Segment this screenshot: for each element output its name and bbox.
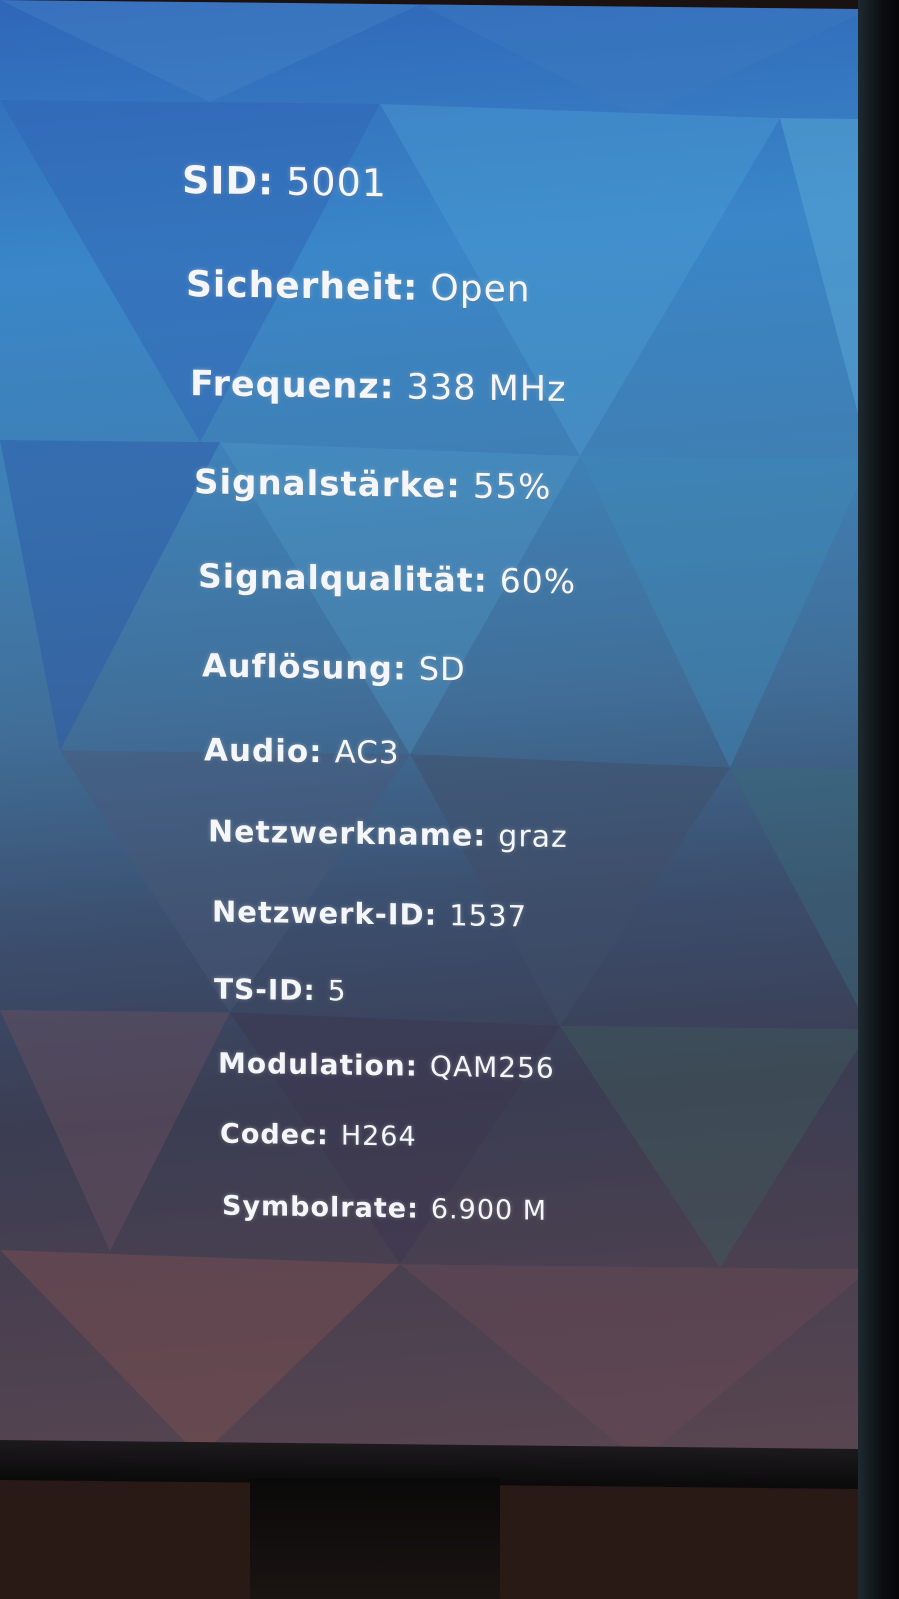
info-label: SID:	[182, 158, 275, 204]
info-label: TS-ID:	[214, 972, 316, 1008]
info-row-security: Sicherheit: Open	[186, 264, 531, 310]
info-value: SD	[418, 649, 466, 689]
info-value: Open	[430, 267, 531, 311]
tv-bezel-right	[858, 0, 899, 1599]
info-label: Symbolrate:	[222, 1190, 419, 1225]
info-value: H264	[340, 1120, 417, 1153]
triangle-pattern-background	[0, 0, 870, 1462]
info-row-network-name: Netzwerkname: graz	[208, 814, 568, 855]
info-value: QAM256	[429, 1049, 555, 1085]
info-value: 55%	[472, 466, 552, 508]
info-row-frequency: Frequenz: 338 MHz	[190, 364, 567, 410]
info-label: Netzwerkname:	[208, 814, 487, 854]
info-row-ts-id: TS-ID: 5	[214, 973, 347, 1008]
info-row-signal-quality: Signalqualität: 60%	[198, 556, 576, 601]
info-row-network-id: Netzwerk-ID: 1537	[212, 894, 527, 933]
info-row-signal-strength: Signalstärke: 55%	[194, 462, 551, 508]
info-label: Auflösung:	[202, 646, 407, 688]
info-row-symbol-rate: Symbolrate: 6.900 M	[222, 1191, 547, 1227]
info-row-resolution: Auflösung: SD	[202, 646, 466, 688]
info-label: Codec:	[220, 1118, 329, 1152]
info-label: Netzwerk-ID:	[212, 894, 438, 933]
info-row-codec: Codec: H264	[220, 1119, 417, 1153]
info-label: Audio:	[204, 732, 323, 771]
info-value: 5	[327, 974, 347, 1008]
info-value: 1537	[449, 898, 528, 934]
info-label: Sicherheit:	[186, 264, 419, 309]
info-row-modulation: Modulation: QAM256	[218, 1047, 555, 1085]
info-label: Modulation:	[218, 1046, 418, 1083]
info-value: graz	[498, 818, 568, 856]
info-label: Signalqualität:	[198, 556, 488, 600]
tv-stand	[250, 1478, 500, 1599]
info-label: Signalstärke:	[194, 462, 461, 507]
tv-screen	[0, 0, 870, 1465]
info-row-sid: SID: 5001	[182, 158, 387, 205]
info-label: Frequenz:	[190, 364, 395, 408]
info-value: AC3	[334, 734, 400, 772]
info-value: 6.900 M	[430, 1193, 548, 1227]
info-value: 5001	[286, 159, 387, 206]
info-value: 338 MHz	[406, 367, 567, 411]
info-row-audio: Audio: AC3	[204, 732, 400, 771]
info-value: 60%	[499, 560, 577, 602]
